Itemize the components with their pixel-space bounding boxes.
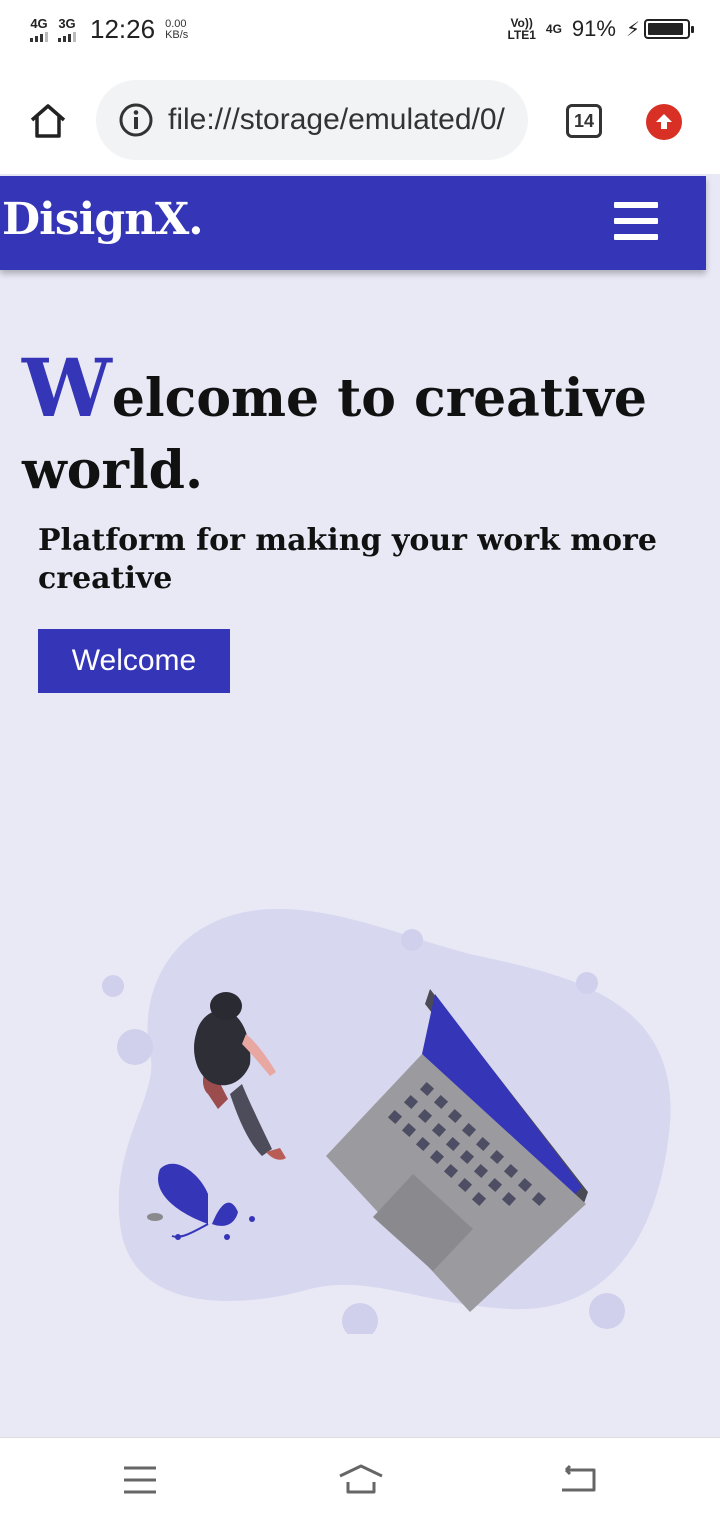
browser-toolbar: file:///storage/emulated/0/ 14 (0, 68, 720, 174)
nav-home-button[interactable] (338, 1460, 384, 1500)
url-text[interactable]: file:///storage/emulated/0/ (168, 103, 505, 137)
nav-back-button[interactable] (558, 1460, 598, 1500)
hamburger-icon[interactable] (614, 202, 658, 240)
home-button[interactable] (28, 102, 68, 142)
site-logo[interactable]: DisignX. (2, 194, 204, 245)
system-nav-bar (0, 1437, 720, 1520)
welcome-button[interactable]: Welcome (38, 629, 230, 693)
signal-bars-icon (58, 32, 76, 42)
web-page: DisignX. Welcome to creative world. Plat… (0, 174, 720, 1437)
clock: 12:26 (90, 14, 156, 44)
site-navbar: DisignX. (0, 176, 706, 270)
info-icon[interactable] (118, 102, 154, 138)
hero-title-initial: W (22, 341, 112, 435)
battery-percent: 91% (571, 16, 616, 41)
network-speed: 0.00 KB/s (165, 17, 189, 41)
hero-title-rest: elcome to creative world. (22, 368, 647, 501)
update-button[interactable] (646, 104, 682, 140)
home-icon (339, 1464, 383, 1494)
data-4g-indicator: 4G (545, 22, 562, 36)
hero-title: Welcome to creative world. (22, 348, 702, 507)
status-bar: 4G 3G 12:26 0.00 KB/s Vo)) LTE1 4G 91% ⚡ (0, 0, 720, 68)
status-right: Vo)) LTE1 4G 91% ⚡ (507, 16, 694, 42)
status-left: 4G 3G 12:26 0.00 KB/s (30, 14, 188, 45)
address-bar[interactable]: file:///storage/emulated/0/ (96, 80, 528, 160)
tab-switcher-button[interactable]: 14 (566, 104, 602, 138)
volte-indicator: Vo)) LTE1 (507, 16, 536, 42)
nav-menu-button[interactable] (120, 1460, 160, 1500)
menu-icon (124, 1466, 156, 1494)
battery-icon: ⚡ (625, 17, 694, 42)
home-icon (30, 104, 66, 138)
signal-bars-icon (30, 32, 48, 42)
back-icon (562, 1464, 596, 1492)
hero-illustration (102, 908, 671, 1334)
update-icon (656, 114, 672, 129)
network-4g-indicator: 4G (30, 17, 48, 42)
charging-icon: ⚡ (625, 18, 640, 41)
hero-subtitle: Platform for making your work more creat… (38, 523, 657, 596)
network-3g-indicator: 3G (58, 17, 76, 42)
